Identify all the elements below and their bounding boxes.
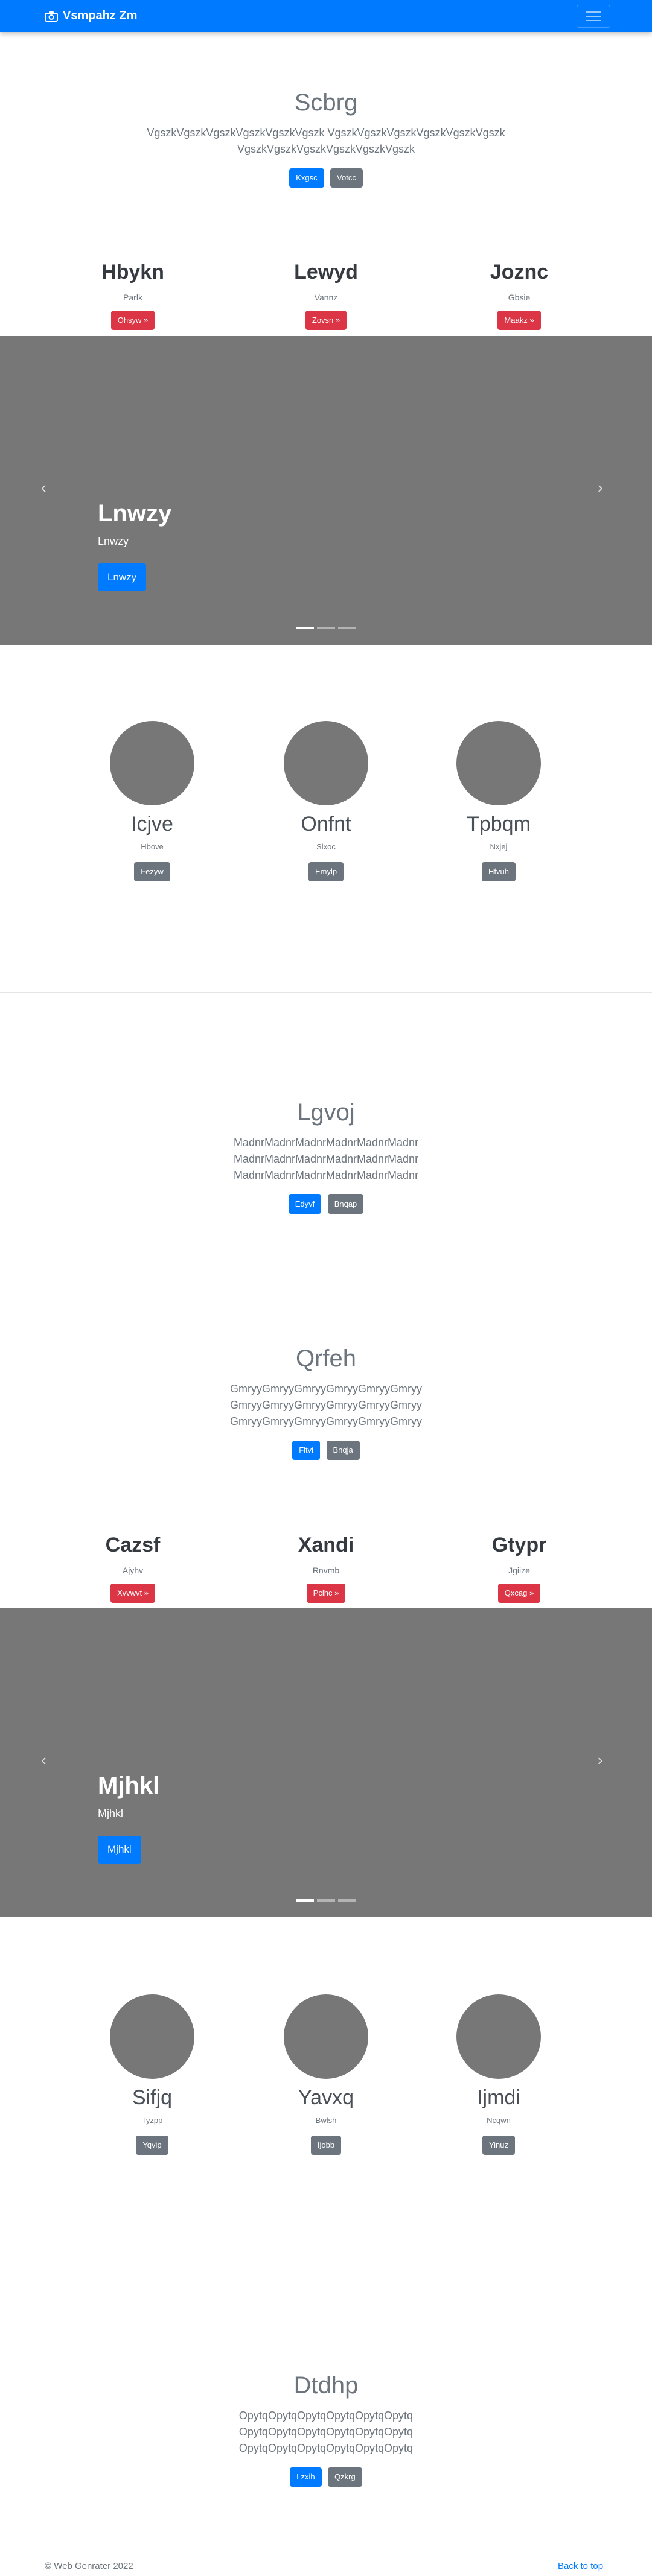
column-title: Hbykn [101, 261, 164, 284]
column-title: Gtypr [491, 1534, 547, 1556]
hero-primary-button[interactable]: Kxgsc [289, 168, 324, 188]
carousel-prev-icon[interactable]: ‹ [41, 478, 46, 497]
hero-secondary-button[interactable]: Bnqap [327, 1194, 364, 1214]
carousel-caption-text: Mjhkl [98, 1807, 124, 1819]
feature-image-placeholder [284, 1994, 368, 2079]
column-text: Vannz [314, 293, 338, 302]
column-card: Cazsf Ajyhv Xvvwvt » [24, 1534, 241, 1603]
column-title: Lewyd [294, 261, 358, 284]
feature-title: Ijmdi [477, 2086, 520, 2109]
column-card: Hbykn Parlk Ohsyw » [24, 261, 241, 330]
feature-card: Ijmdi Ncqwn Yinuz [390, 1994, 607, 2155]
column-card: Joznc Gbsie Maakz » [411, 261, 628, 330]
hero-title: Scbrg [294, 89, 358, 116]
carousel-caption-title: Lnwzy [98, 500, 172, 527]
column-button[interactable]: Xvvwvt » [110, 1584, 155, 1603]
navbar-brand[interactable]: Vsmpahz Zm [45, 0, 137, 32]
column-title: Xandi [298, 1534, 354, 1556]
hero-primary-button[interactable]: Edyvf [288, 1194, 322, 1214]
column-button[interactable]: Zovsn » [305, 311, 347, 330]
carousel-caption-text: Lnwzy [98, 535, 129, 547]
column-button[interactable]: Maakz » [497, 311, 541, 330]
navbar: Vsmpahz Zm [0, 0, 652, 32]
column-card: Lewyd Vannz Zovsn » [217, 261, 435, 330]
column-text: Rnvmb [312, 1566, 340, 1575]
hero-title: Lgvoj [297, 1099, 355, 1126]
hero-primary-button[interactable]: Lzxih [290, 2467, 322, 2487]
hero-lead-line: VgszkVgszkVgszkVgszkVgszkVgszk [237, 143, 415, 155]
carousel: ‹ › Mjhkl Mjhkl Mjhkl [0, 1608, 652, 1917]
feature-button[interactable]: Yinuz [482, 2136, 516, 2155]
hero-title: Dtdhp [293, 2372, 359, 2399]
hero-secondary-button[interactable]: Votcc [330, 168, 363, 188]
carousel-prev-icon[interactable]: ‹ [41, 1751, 46, 1769]
feature-image-placeholder [456, 1994, 541, 2079]
brand-text: Vsmpahz Zm [63, 9, 138, 22]
column-button[interactable]: Ohsyw » [110, 311, 155, 330]
section-divider [0, 992, 652, 993]
back-to-top-link[interactable]: Back to top [558, 2561, 603, 2571]
feature-button[interactable]: Fezyw [134, 862, 170, 881]
hero-lead-line: MadnrMadnrMadnrMadnrMadnrMadnr [233, 1137, 419, 1149]
feature-button[interactable]: Yqvip [136, 2136, 168, 2155]
feature-image-placeholder [284, 721, 368, 805]
carousel-indicator[interactable] [296, 627, 314, 629]
hero-primary-button[interactable]: Fltvi [292, 1441, 321, 1460]
hero-lead-line: OpytqOpytqOpytqOpytqOpytqOpytq [238, 2426, 414, 2438]
hero-secondary-button[interactable]: Bnqja [326, 1441, 360, 1460]
feature-title: Tpbqm [467, 813, 531, 836]
hero-lead-line: GmryyGmryyGmryyGmryyGmryyGmryy [230, 1399, 422, 1411]
carousel-next-icon[interactable]: › [598, 478, 603, 497]
carousel-indicator[interactable] [317, 1899, 335, 1902]
column-text: Ajyhv [122, 1566, 144, 1575]
column-button[interactable]: Qxcag » [497, 1584, 541, 1603]
carousel-indicator[interactable] [338, 627, 356, 629]
feature-card: Tpbqm Nxjej Hfvuh [390, 721, 607, 881]
hero-lead-line: VgszkVgszkVgszkVgszkVgszkVgszk VgszkVgsz… [147, 127, 505, 139]
hero-lead-line: MadnrMadnrMadnrMadnrMadnrMadnr [233, 1153, 419, 1165]
column-text: Gbsie [508, 293, 531, 302]
carousel-indicator[interactable] [317, 627, 335, 629]
menu-icon [586, 11, 601, 21]
hero-section-4: Dtdhp OpytqOpytqOpytqOpytqOpytqOpytq Opy… [0, 2372, 652, 2487]
hero-section-2: Lgvoj MadnrMadnrMadnrMadnrMadnrMadnr Mad… [0, 1099, 652, 1214]
column-title: Joznc [490, 261, 549, 284]
navbar-toggler[interactable] [577, 5, 610, 28]
footer-copyright: © Web Genrater 2022 [45, 2561, 133, 2571]
carousel-indicator[interactable] [296, 1899, 314, 1902]
hero-section-3: Qrfeh GmryyGmryyGmryyGmryyGmryyGmryy Gmr… [0, 1345, 652, 1460]
hero-title: Qrfeh [295, 1345, 357, 1372]
hero-secondary-button[interactable]: Qzkrg [328, 2467, 362, 2487]
hero-lead-line: GmryyGmryyGmryyGmryyGmryyGmryy [230, 1415, 422, 1427]
hero-lead-line: OpytqOpytqOpytqOpytqOpytqOpytq [238, 2442, 414, 2454]
carousel-caption-title: Mjhkl [98, 1772, 160, 1799]
column-card: Gtypr Jgiize Qxcag » [411, 1534, 628, 1603]
carousel-next-icon[interactable]: › [598, 1751, 603, 1769]
feature-image-placeholder [110, 721, 194, 805]
column-title: Cazsf [105, 1534, 161, 1556]
carousel-button[interactable]: Lnwzy [98, 563, 147, 591]
hero-lead-line: MadnrMadnrMadnrMadnrMadnrMadnr [233, 1169, 419, 1181]
column-button[interactable]: Pclhc » [306, 1584, 346, 1603]
carousel: ‹ › Lnwzy Lnwzy Lnwzy [0, 336, 652, 645]
carousel-button[interactable]: Mjhkl [98, 1836, 141, 1864]
feature-text: Ncqwn [487, 2116, 511, 2125]
feature-text: Nxjej [490, 842, 508, 851]
column-card: Xandi Rnvmb Pclhc » [217, 1534, 435, 1603]
column-text: Parlk [123, 293, 142, 302]
feature-image-placeholder [110, 1994, 194, 2079]
feature-button[interactable]: Ijobb [310, 2136, 342, 2155]
carousel-indicator[interactable] [338, 1899, 356, 1902]
feature-button[interactable]: Hfvuh [482, 862, 516, 881]
feature-button[interactable]: Emylp [308, 862, 344, 881]
feature-image-placeholder [456, 721, 541, 805]
column-text: Jgiize [508, 1566, 530, 1575]
camera-icon [45, 11, 58, 22]
hero-section-1: Scbrg VgszkVgszkVgszkVgszkVgszkVgszk Vgs… [0, 89, 652, 188]
hero-lead-line: OpytqOpytqOpytqOpytqOpytqOpytq [238, 2409, 414, 2422]
hero-lead-line: GmryyGmryyGmryyGmryyGmryyGmryy [230, 1383, 422, 1395]
